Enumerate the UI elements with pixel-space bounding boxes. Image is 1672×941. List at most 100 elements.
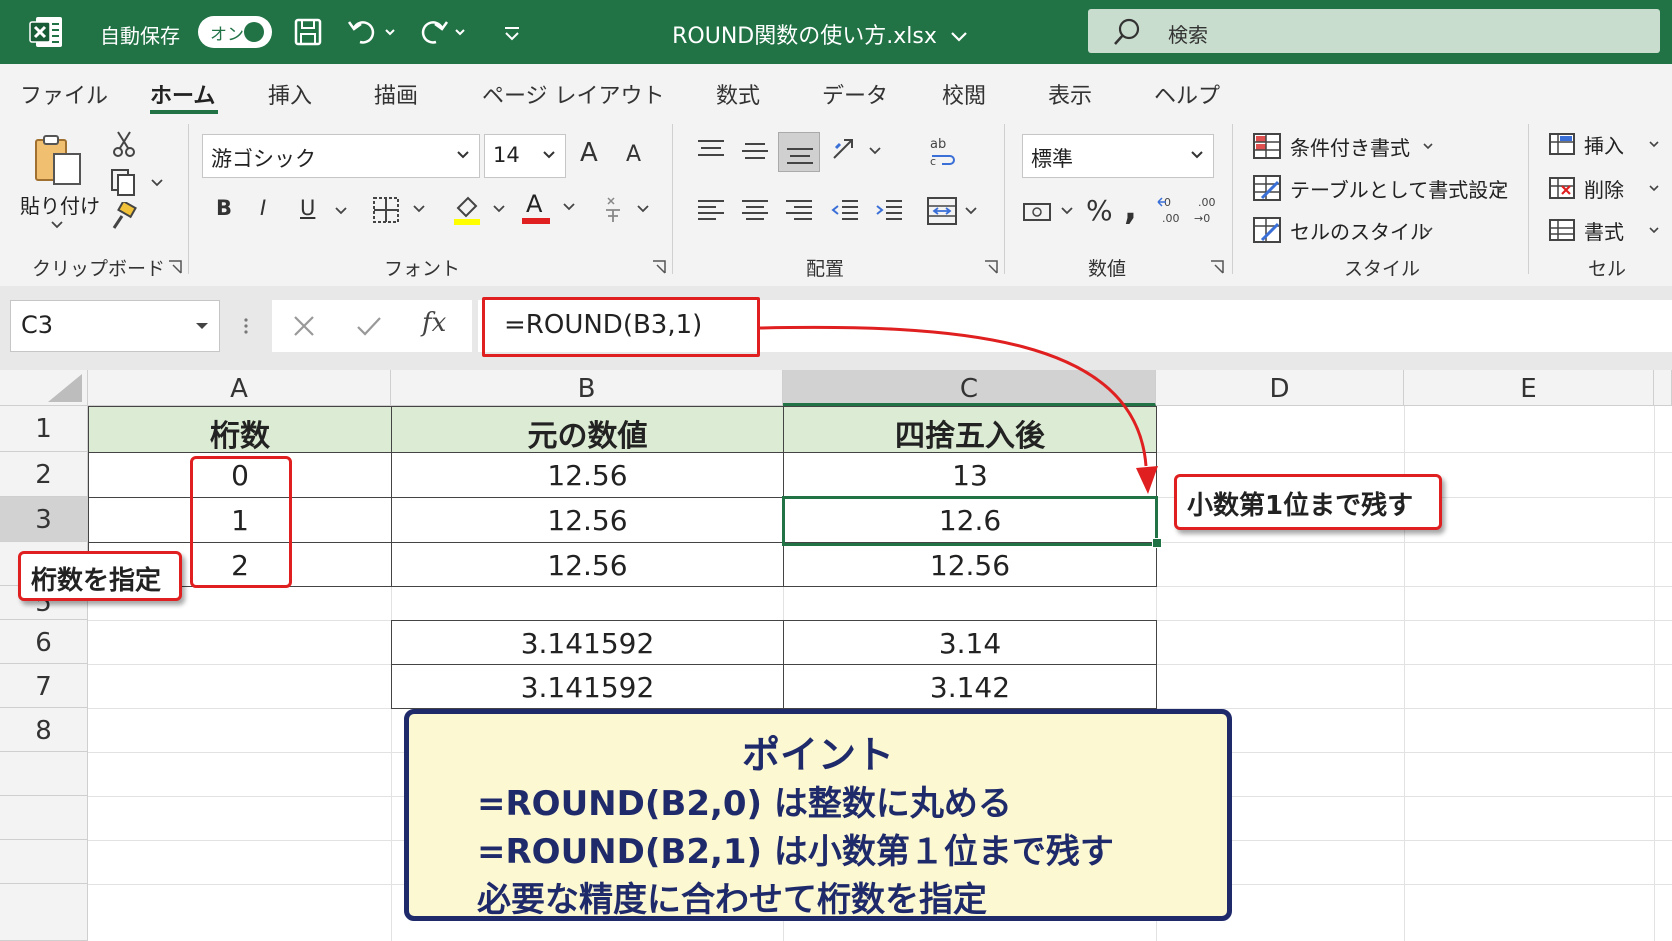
name-box-value: C3: [21, 311, 54, 339]
tab-view[interactable]: 表示: [1048, 78, 1092, 110]
tab-file[interactable]: ファイル: [20, 78, 108, 110]
clipboard-launcher-icon[interactable]: [168, 260, 182, 274]
tab-home[interactable]: ホーム: [150, 78, 215, 110]
tab-data[interactable]: データ: [822, 78, 888, 110]
align-middle-icon[interactable]: [740, 138, 770, 164]
row-header-10[interactable]: [0, 796, 88, 840]
underline-dropdown-icon[interactable]: [334, 206, 348, 216]
tab-review[interactable]: 校閲: [942, 78, 986, 110]
svg-text:c: c: [930, 155, 936, 166]
cut-icon[interactable]: [112, 130, 136, 158]
increase-decimal-icon[interactable]: 0.00: [1156, 194, 1188, 226]
row-header-8[interactable]: 8: [0, 708, 88, 752]
row-header-9[interactable]: [0, 752, 88, 796]
alignment-launcher-icon[interactable]: [984, 260, 998, 274]
conditional-formatting-label: 条件付き書式: [1290, 136, 1410, 160]
row-header-7[interactable]: 7: [0, 664, 88, 708]
column-header-a[interactable]: A: [88, 370, 391, 406]
font-color-letter: A: [526, 190, 543, 218]
align-right-icon[interactable]: [784, 198, 814, 224]
font-name-select[interactable]: 游ゴシック: [202, 134, 480, 178]
cell-b4[interactable]: 12.56: [391, 542, 784, 587]
number-group-label: 数値: [1088, 258, 1127, 280]
phonetic-guide-icon[interactable]: [602, 194, 654, 226]
align-bottom-button[interactable]: [778, 132, 820, 172]
borders-icon[interactable]: [372, 196, 432, 224]
cell-c4[interactable]: 12.56: [783, 542, 1157, 587]
decrease-decimal-icon[interactable]: .00→0: [1192, 194, 1224, 226]
row-header-6[interactable]: 6: [0, 620, 88, 664]
cell-b7[interactable]: 3.141592: [391, 664, 784, 709]
underline-button[interactable]: U: [300, 196, 315, 220]
row-header-12[interactable]: [0, 884, 88, 941]
conditional-format-icon: [1253, 133, 1281, 159]
shrink-font-button[interactable]: A: [626, 142, 641, 167]
save-icon[interactable]: [292, 16, 326, 48]
row-header-1[interactable]: 1: [0, 406, 88, 452]
splitter-dots-icon[interactable]: [242, 316, 250, 336]
autosave-toggle[interactable]: オン: [198, 16, 272, 48]
name-box[interactable]: C3: [10, 300, 220, 352]
column-header-b[interactable]: B: [391, 370, 783, 406]
redo-icon[interactable]: [416, 16, 465, 48]
number-launcher-icon[interactable]: [1210, 260, 1224, 274]
cell-b2[interactable]: 12.56: [391, 452, 784, 498]
cell-a1[interactable]: 桁数: [88, 406, 392, 454]
align-center-icon[interactable]: [740, 198, 770, 224]
italic-button[interactable]: I: [260, 196, 266, 220]
undo-icon[interactable]: [346, 16, 395, 48]
cell-c7[interactable]: 3.142: [783, 664, 1157, 709]
orientation-icon[interactable]: [830, 134, 884, 166]
copy-icon[interactable]: [110, 168, 166, 196]
bold-button[interactable]: B: [216, 196, 232, 220]
group-separator: [672, 124, 673, 274]
cell-c6[interactable]: 3.14: [783, 620, 1157, 665]
increase-indent-icon[interactable]: [874, 198, 904, 224]
column-header-d[interactable]: D: [1156, 370, 1404, 406]
svg-text:ab: ab: [930, 137, 946, 152]
search-box[interactable]: 検索: [1088, 9, 1660, 53]
wrap-text-icon[interactable]: ab c: [928, 134, 962, 166]
align-top-icon[interactable]: [696, 138, 726, 164]
fill-color-icon[interactable]: [452, 192, 512, 226]
row-header-3[interactable]: 3: [0, 497, 88, 542]
grow-font-button[interactable]: A: [580, 138, 598, 168]
number-format-select[interactable]: 標準: [1022, 134, 1214, 178]
confirm-entry-icon[interactable]: [356, 314, 382, 338]
search-placeholder: 検索: [1168, 23, 1208, 47]
tab-insert[interactable]: 挿入: [268, 78, 312, 110]
font-size-select[interactable]: 14: [484, 134, 566, 178]
row-header-2[interactable]: 2: [0, 452, 88, 497]
cell-b3[interactable]: 12.56: [391, 497, 784, 543]
tab-page-layout[interactable]: ページ レイアウト: [482, 78, 665, 110]
insert-function-button[interactable]: fx: [422, 308, 446, 338]
font-color-button[interactable]: A: [522, 190, 582, 226]
decrease-indent-icon[interactable]: [830, 198, 860, 224]
column-header-f[interactable]: [1654, 370, 1672, 406]
accounting-format-icon[interactable]: [1022, 198, 1078, 226]
paste-dropdown-icon[interactable]: [50, 220, 64, 230]
tab-draw[interactable]: 描画: [374, 78, 418, 110]
align-left-icon[interactable]: [696, 198, 726, 224]
column-header-e[interactable]: E: [1404, 370, 1654, 406]
comma-style-button[interactable]: ,: [1124, 188, 1137, 228]
tab-help[interactable]: ヘルプ: [1154, 78, 1220, 110]
percent-style-button[interactable]: %: [1086, 194, 1113, 227]
paste-label[interactable]: 貼り付け: [20, 190, 100, 219]
merge-center-icon[interactable]: [926, 196, 982, 226]
result-callout: 小数第1位まで残す: [1174, 474, 1442, 530]
fill-handle[interactable]: [1152, 538, 1162, 548]
cell-b1[interactable]: 元の数値: [391, 406, 784, 454]
cell-b6[interactable]: 3.141592: [391, 620, 784, 665]
font-launcher-icon[interactable]: [652, 260, 666, 274]
row-header-11[interactable]: [0, 840, 88, 884]
document-title[interactable]: ROUND関数の使い方.xlsx: [620, 18, 1020, 50]
chevron-down-icon: [1191, 151, 1203, 159]
format-painter-icon[interactable]: [110, 202, 138, 230]
paste-icon[interactable]: [30, 132, 86, 188]
customize-qat-icon[interactable]: [500, 16, 534, 48]
digits-callout: 桁数を指定: [18, 551, 182, 601]
cancel-entry-icon[interactable]: [292, 314, 316, 338]
select-all-button[interactable]: [0, 370, 88, 406]
tab-formulas[interactable]: 数式: [716, 78, 760, 110]
